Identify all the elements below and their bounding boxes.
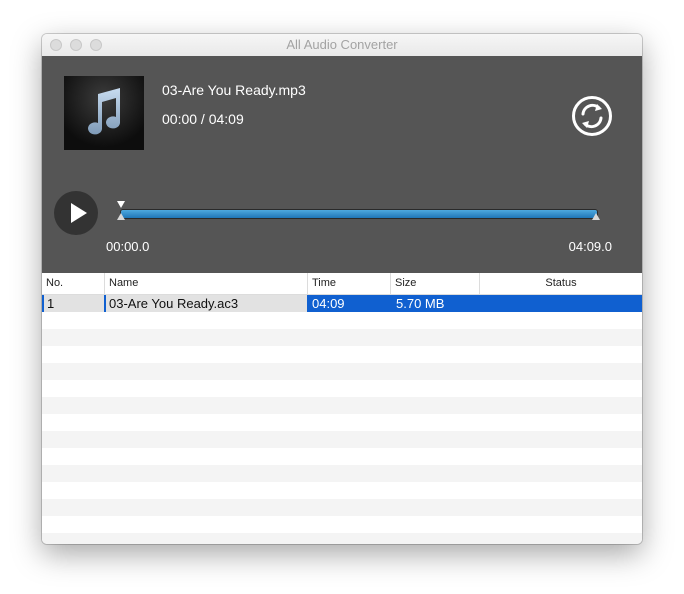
range-end-time: 04:09.0 [568, 239, 612, 254]
title-bar[interactable]: All Audio Converter [42, 34, 642, 57]
convert-arrows-icon [572, 96, 612, 136]
play-icon [71, 203, 87, 223]
album-art [64, 76, 144, 150]
row-name: 03-Are You Ready.ac3 [104, 295, 308, 312]
row-size: 5.70 MB [391, 295, 478, 312]
table-row[interactable]: 1 03-Are You Ready.ac3 04:09 5.70 MB [42, 295, 642, 312]
empty-row [42, 465, 642, 482]
player-panel: 03-Are You Ready.mp3 00:00 / 04:09 00:00… [42, 56, 642, 273]
column-header-no[interactable]: No. [42, 273, 105, 294]
range-start-handle[interactable] [117, 213, 125, 220]
play-button[interactable] [54, 191, 98, 235]
empty-row [42, 414, 642, 431]
empty-row [42, 533, 642, 544]
convert-button[interactable] [571, 95, 613, 137]
empty-row [42, 516, 642, 533]
empty-row [42, 312, 642, 329]
file-list-table: No. Name Time Size Status 1 03-Are You R… [42, 273, 642, 544]
empty-row [42, 448, 642, 465]
timeline-track[interactable] [121, 210, 597, 218]
column-header-name[interactable]: Name [105, 273, 308, 294]
empty-row [42, 499, 642, 516]
empty-row [42, 397, 642, 414]
table-header: No. Name Time Size Status [42, 273, 642, 295]
empty-row [42, 431, 642, 448]
column-header-time[interactable]: Time [308, 273, 391, 294]
playback-time: 00:00 / 04:09 [162, 111, 244, 127]
column-header-status[interactable]: Status [480, 273, 642, 294]
empty-row [42, 482, 642, 499]
range-end-handle[interactable] [592, 213, 600, 220]
window-title: All Audio Converter [286, 37, 398, 52]
column-header-size[interactable]: Size [391, 273, 480, 294]
empty-row [42, 380, 642, 397]
empty-row [42, 346, 642, 363]
empty-row [42, 363, 642, 380]
playhead-handle[interactable] [117, 201, 125, 208]
range-start-time: 00:00.0 [106, 239, 150, 254]
row-status [478, 295, 642, 312]
current-file-name: 03-Are You Ready.mp3 [162, 82, 306, 98]
music-note-icon [88, 88, 121, 135]
row-no: 1 [42, 295, 104, 312]
app-window: All Audio Converter 03-Are You Ready.mp3… [42, 34, 642, 544]
row-time: 04:09 [307, 295, 391, 312]
table-body: 1 03-Are You Ready.ac3 04:09 5.70 MB [42, 295, 642, 544]
empty-row [42, 329, 642, 346]
